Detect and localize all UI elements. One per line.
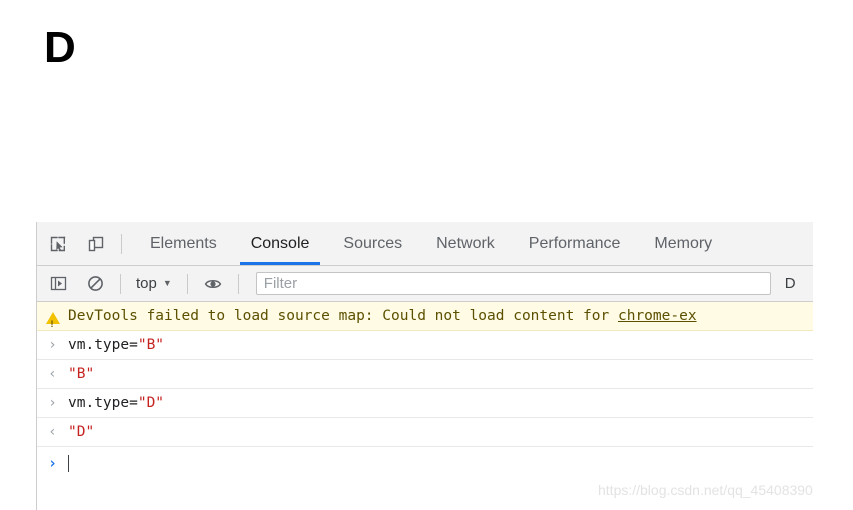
tab-memory-label: Memory [654,234,713,252]
console-prompt-row[interactable]: › [37,447,813,477]
input-code-string: "D" [137,395,165,411]
watermark-text: https://blog.csdn.net/qq_45408390 [598,482,813,498]
console-warning-message: DevTools failed to load source map: Coul… [68,306,705,326]
output-chevron-icon: ‹ [48,424,57,440]
execution-context-selector[interactable]: top ▼ [132,273,176,294]
filterbar-divider-2 [186,273,188,294]
output-code-string: "D" [68,424,95,440]
input-code-identifier: vm.type= [68,395,138,411]
text-cursor [68,455,69,472]
execution-context-label: top [136,275,157,292]
tab-memory[interactable]: Memory [637,222,729,265]
devtools-panel: Elements Console Sources Network Perform… [36,222,813,510]
console-input-expression: vm.type="D" [68,393,172,413]
filterbar-divider-1 [120,273,121,294]
console-message-list: DevTools failed to load source map: Coul… [37,302,813,477]
filterbar-divider-3 [237,273,239,294]
console-sidebar-icon[interactable] [44,270,72,298]
console-warning-link[interactable]: chrome-ex [618,308,697,324]
tab-sources-label: Sources [343,234,403,252]
input-chevron-icon: › [48,337,57,353]
console-output-row[interactable]: ‹ "B" [37,360,813,389]
devtools-tab-list: Elements Console Sources Network Perform… [133,222,729,265]
toolbar-divider [121,233,122,254]
tab-elements-label: Elements [150,234,217,252]
inspect-element-icon[interactable] [44,230,72,258]
prompt-chevron-icon: › [47,454,58,472]
tab-sources[interactable]: Sources [326,222,419,265]
devtools-tabstrip: Elements Console Sources Network Perform… [37,222,813,266]
output-code-string: "B" [68,366,95,382]
tab-performance[interactable]: Performance [512,222,638,265]
tab-elements[interactable]: Elements [133,222,234,265]
input-chevron-icon: › [48,395,57,411]
device-toolbar-icon[interactable] [82,230,110,258]
console-input-row[interactable]: › vm.type="D" [37,389,813,418]
tab-console-label: Console [250,234,310,252]
output-chevron-icon: ‹ [48,366,57,382]
chevron-down-icon: ▼ [162,278,172,288]
console-input-expression: vm.type="B" [68,335,172,355]
tab-network[interactable]: Network [419,222,512,265]
console-output-value: "B" [68,364,102,384]
console-output-row[interactable]: ‹ "D" [37,418,813,447]
console-input-row[interactable]: › vm.type="B" [37,331,813,360]
devtools-tool-icons [37,230,110,258]
console-filter-input[interactable] [255,272,771,295]
page-heading: D [44,23,76,72]
warning-icon [37,306,68,330]
tab-console[interactable]: Console [234,222,327,265]
web-page-viewport: D [0,0,853,222]
live-expression-eye-icon[interactable] [199,270,227,298]
tab-network-label: Network [436,234,495,252]
input-code-string: "B" [137,337,165,353]
console-output-value: "D" [68,422,102,442]
console-warning-row[interactable]: DevTools failed to load source map: Coul… [37,302,813,331]
tab-performance-label: Performance [528,234,621,252]
log-levels-dropdown[interactable]: D [785,275,796,292]
clear-console-icon[interactable] [81,270,109,298]
console-warning-text: DevTools failed to load source map: Coul… [68,308,618,324]
console-filter-toolbar: top ▼ D [37,266,813,302]
console-prompt-input[interactable] [68,453,77,473]
input-code-identifier: vm.type= [68,337,138,353]
